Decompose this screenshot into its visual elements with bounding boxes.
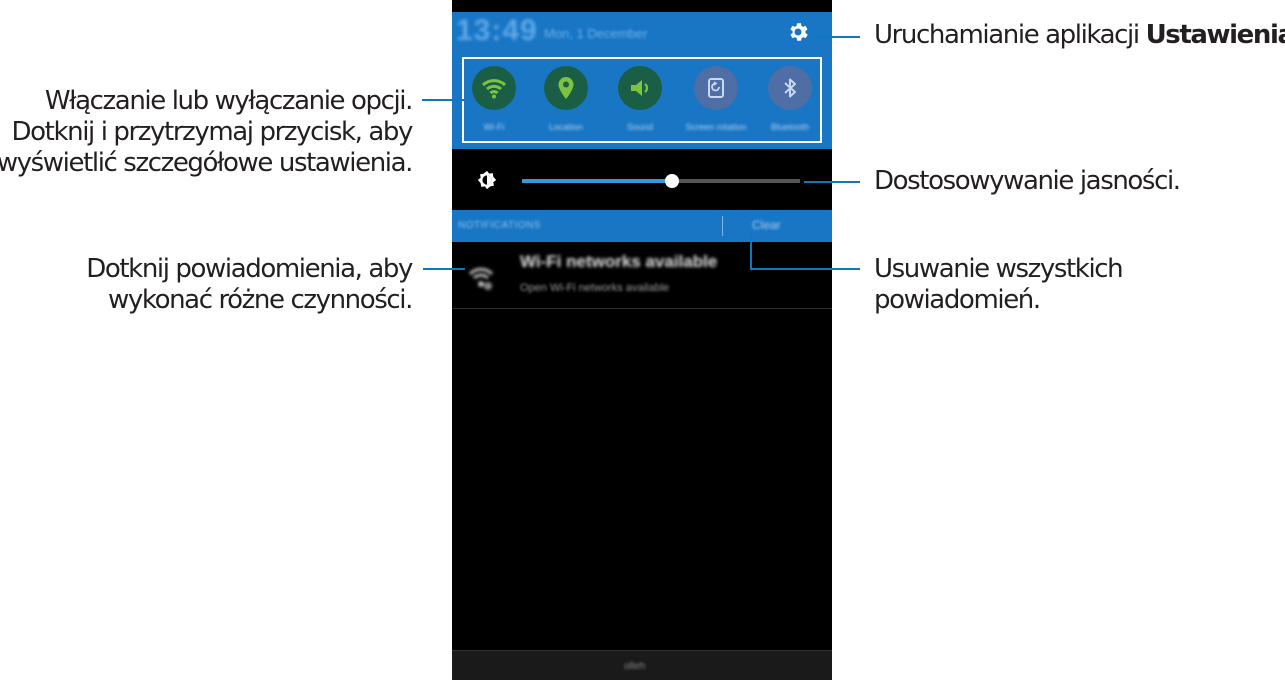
brightness-slider-fill: [522, 179, 673, 183]
toggle-bluetooth[interactable]: Bluetooth: [768, 66, 812, 146]
callout-line-notification: [423, 268, 465, 270]
toggle-sound[interactable]: Sound: [618, 66, 662, 146]
notifications-header-label: NOTIFICATIONS: [458, 220, 541, 231]
toggle-location[interactable]: Location: [544, 66, 588, 146]
clear-button[interactable]: Clear: [752, 218, 781, 232]
qs-label-location: Location: [548, 122, 584, 132]
qs-label-wifi: Wi-Fi: [483, 122, 505, 132]
brightness-row: [452, 155, 832, 210]
callout-settings-bold: Ustawienia: [1145, 20, 1285, 50]
quick-settings-panel: Wi-Fi Location Sound Screen rotation Blu…: [452, 52, 832, 149]
toggle-screen-rotation[interactable]: Screen rotation: [685, 66, 747, 146]
wifi-notification-icon: [468, 267, 494, 290]
callout-notification-line2: wykonać różne czynności.: [108, 285, 413, 315]
callout-toggles-line1: Włączanie lub wyłączanie opcji.: [44, 86, 414, 116]
callout-clear-line2: powiadomień.: [874, 285, 1041, 315]
wifi-icon: [472, 66, 516, 110]
callout-clear-line1: Usuwanie wszystkich: [874, 254, 1124, 284]
qs-label-bluetooth: Bluetooth: [770, 122, 810, 132]
notifications-header: NOTIFICATIONS Clear: [452, 210, 832, 242]
qs-label-sound: Sound: [626, 122, 654, 132]
screen-rotation-icon: [694, 66, 738, 110]
gear-icon[interactable]: [786, 20, 810, 44]
location-icon: [544, 66, 588, 110]
bottom-bar: olleh: [452, 650, 832, 680]
status-bar: 13:49 Mon, 1 December: [452, 12, 832, 52]
phone-screen: 13:49 Mon, 1 December Wi-Fi Location Sou…: [452, 0, 832, 680]
callout-line-settings: [812, 36, 860, 38]
brightness-slider-thumb[interactable]: [665, 174, 680, 188]
callout-settings-prefix: Uruchamianie aplikacji: [874, 20, 1146, 50]
callout-clear: Usuwanie wszystkich powiadomień.: [874, 254, 1124, 316]
brightness-icon[interactable]: [476, 169, 498, 191]
callout-toggles-line2: Dotknij i przytrzymaj przycisk, aby: [11, 117, 414, 147]
callout-brightness: Dostosowywanie jasności.: [874, 166, 1181, 196]
notification-title: Wi-Fi networks available: [520, 252, 718, 271]
callout-settings: Uruchamianie aplikacji Ustawienia.: [874, 20, 1285, 51]
callout-line-toggles: [422, 99, 464, 101]
callout-toggles-line3: wyświetlić szczegółowe ustawienia.: [0, 148, 413, 178]
status-time: 13:49: [456, 14, 538, 47]
callout-line-clear-vertical: [750, 232, 752, 270]
notification-item[interactable]: Wi-Fi networks available Open Wi-Fi netw…: [452, 242, 832, 309]
callout-line-brightness: [804, 181, 860, 183]
bluetooth-icon: [768, 66, 812, 110]
status-date: Mon, 1 December: [544, 26, 648, 41]
notification-subtitle: Open Wi-Fi networks available: [520, 282, 670, 294]
qs-label-screen-rotation: Screen rotation: [685, 122, 747, 132]
toggle-wifi[interactable]: Wi-Fi: [472, 66, 516, 146]
carrier-label: olleh: [624, 661, 646, 672]
callout-toggles: Włączanie lub wyłączanie opcji. Dotknij …: [0, 86, 414, 179]
sound-icon: [618, 66, 662, 110]
header-separator: [722, 216, 723, 236]
callout-notification: Dotknij powiadomienia, aby wykonać różne…: [86, 254, 413, 316]
brightness-slider[interactable]: [522, 174, 800, 188]
callout-notification-line1: Dotknij powiadomienia, aby: [86, 254, 413, 284]
callout-line-clear-horizontal: [750, 268, 860, 270]
